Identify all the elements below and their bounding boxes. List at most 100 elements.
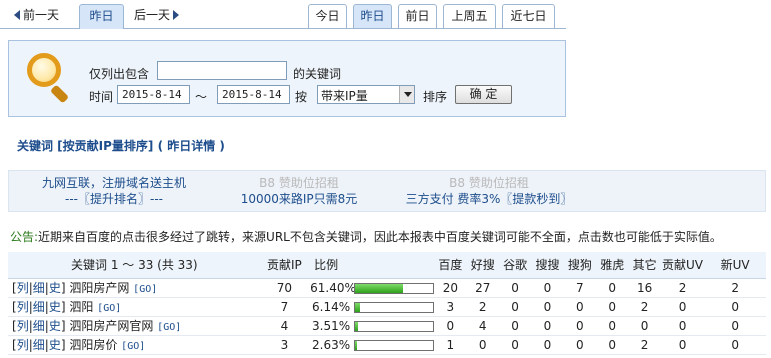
google-cell: 0 [498, 297, 532, 317]
list-link[interactable]: 列 [17, 338, 29, 352]
keyword-text: 泗阳房价 [69, 338, 118, 352]
new-uv-cell: 0 [704, 316, 766, 336]
uv-cell: 2 [660, 278, 705, 298]
sort-field-select[interactable]: 带来IP量 [317, 85, 415, 104]
detail-link[interactable]: 细 [33, 300, 45, 314]
keyword-cell: [列|细|史] 泗阳房产网 [GO] [8, 278, 261, 298]
sponsor-1-line2: ---〖提升排名〗--- [65, 192, 163, 206]
keyword-text: 泗阳 [69, 300, 94, 314]
tab-last-seven-days[interactable]: 近七日 [502, 4, 555, 28]
table-row: [列|细|史] 泗阳房产网官网 [GO] 4 3.51% 0 4 0 0 0 0 0 0 0 [8, 316, 766, 336]
prev-day-label: 前一天 [23, 8, 60, 22]
ratio-cell: 61.40% [308, 278, 435, 298]
start-date-input[interactable] [117, 85, 190, 104]
ratio-bar [354, 282, 435, 294]
notice-bar: 公告:近期来自百度的点击很多经过了跳转，来源URL不包含关键词，因此本报表中百度… [10, 228, 722, 245]
detail-link[interactable]: 细 [33, 281, 45, 295]
go-link[interactable]: [GO] [121, 341, 145, 352]
range-separator: ～ [195, 90, 208, 104]
go-link[interactable]: [GO] [97, 303, 121, 314]
ratio-cell: 6.14% [308, 297, 435, 317]
sponsor-slot-3[interactable]: B8 赞助位招租 三方支付 费率3%〖提款秒到〗 [374, 175, 604, 207]
confirm-button[interactable]: 确 定 [455, 85, 512, 104]
other-cell: 2 [628, 335, 661, 355]
table-header-row: 关键词 1 ～ 33 (共 33) 贡献IP 比例 百度 好搜 谷歌 搜搜 搜狗… [8, 252, 766, 279]
history-link[interactable]: 史 [49, 319, 61, 333]
arrow-right-icon [173, 10, 180, 20]
list-link[interactable]: 列 [17, 281, 29, 295]
tab-today-label: 今日 [315, 9, 340, 23]
ratio-bar-fill [355, 321, 358, 331]
top-tab-bar: 前一天 昨日 后一天 今日 昨日 前日 上周五 近七日 [0, 0, 771, 30]
next-day-link[interactable]: 后一天 [134, 4, 180, 26]
sponsor-slot-2[interactable]: B8 赞助位招租 10000来路IP只需8元 [204, 175, 394, 207]
google-cell: 0 [498, 316, 532, 336]
tab-today[interactable]: 今日 [308, 4, 347, 28]
tab-last-seven-days-label: 近七日 [510, 9, 547, 23]
history-link[interactable]: 史 [49, 281, 61, 295]
sponsor-1-line1: 九网互联，注册域名送主机 [41, 176, 186, 190]
sponsor-slot-1[interactable]: 九网互联，注册域名送主机 ---〖提升排名〗--- [9, 175, 219, 207]
time-label: 时间 [89, 90, 114, 104]
arrow-left-icon [14, 10, 20, 20]
haosou-cell: 0 [466, 335, 499, 355]
chevron-down-icon [399, 86, 414, 103]
list-link[interactable]: 列 [17, 300, 29, 314]
keyword-table: 关键词 1 ～ 33 (共 33) 贡献IP 比例 百度 好搜 谷歌 搜搜 搜狗… [8, 252, 766, 355]
history-link[interactable]: 史 [49, 338, 61, 352]
uv-cell: 0 [660, 316, 705, 336]
sort-field-value: 带来IP量 [321, 89, 368, 103]
sponsor-3-line2: 三方支付 费率3%〖提款秒到〗 [405, 192, 573, 206]
end-date-input[interactable] [217, 85, 290, 104]
col-google: 谷歌 [498, 252, 532, 279]
sousou-cell: 0 [531, 297, 564, 317]
col-ratio: 比例 [308, 252, 435, 279]
tab-yesterday[interactable]: 昨日 [353, 4, 392, 28]
new-uv-cell: 0 [704, 335, 766, 355]
baidu-cell: 3 [434, 297, 467, 317]
col-ip[interactable]: 贡献IP [260, 252, 309, 279]
detail-link[interactable]: 细 [33, 338, 45, 352]
ratio-bar-fill [355, 283, 404, 293]
keyword-cell: [列|细|史] 泗阳房价 [GO] [8, 335, 261, 355]
go-link[interactable]: [GO] [157, 322, 181, 333]
google-cell: 0 [498, 335, 532, 355]
tab-yesterday-label: 昨日 [360, 9, 385, 23]
ip-cell: 4 [260, 316, 309, 336]
baidu-cell: 1 [434, 335, 467, 355]
section-title[interactable]: 关键词 [按贡献IP量排序] ( 昨日详情 ) [17, 137, 225, 154]
ratio-value: 6.14% [312, 299, 351, 314]
contain-label: 仅列出包含 [89, 67, 150, 81]
keyword-cell: [列|细|史] 泗阳 [GO] [8, 297, 261, 317]
ratio-value: 2.63% [312, 337, 351, 352]
keyword-filter-input[interactable] [157, 61, 287, 80]
contain-suffix-label: 的关键词 [293, 67, 342, 81]
ip-cell: 3 [260, 335, 309, 355]
tab-last-friday[interactable]: 上周五 [443, 4, 496, 28]
go-link[interactable]: [GO] [133, 284, 157, 295]
sort-label: 排序 [423, 90, 448, 104]
keyword-text: 泗阳房产网官网 [69, 319, 154, 333]
ratio-bar [354, 301, 435, 313]
tab-day-before[interactable]: 前日 [398, 4, 437, 28]
col-ip-label: 贡献IP [266, 258, 302, 273]
col-keyword: 关键词 1 ～ 33 (共 33) [8, 252, 261, 279]
haosou-cell: 4 [466, 316, 499, 336]
ratio-cell: 3.51% [308, 316, 435, 336]
sogou-cell: 7 [563, 278, 597, 298]
detail-link[interactable]: 细 [33, 319, 45, 333]
haosou-cell: 2 [466, 297, 499, 317]
sogou-cell: 0 [563, 335, 597, 355]
ratio-bar [354, 339, 435, 351]
yesterday-tab[interactable]: 昨日 [79, 4, 124, 29]
list-link[interactable]: 列 [17, 319, 29, 333]
yesterday-tab-label: 昨日 [89, 9, 114, 23]
ratio-cell: 2.63% [308, 335, 435, 355]
uv-cell: 0 [660, 335, 705, 355]
prev-day-link[interactable]: 前一天 [14, 4, 59, 26]
keyword-cell: [列|细|史] 泗阳房产网官网 [GO] [8, 316, 261, 336]
ratio-value: 61.40% [310, 280, 356, 295]
next-day-label: 后一天 [134, 8, 171, 22]
history-link[interactable]: 史 [49, 300, 61, 314]
baidu-cell: 0 [434, 316, 467, 336]
